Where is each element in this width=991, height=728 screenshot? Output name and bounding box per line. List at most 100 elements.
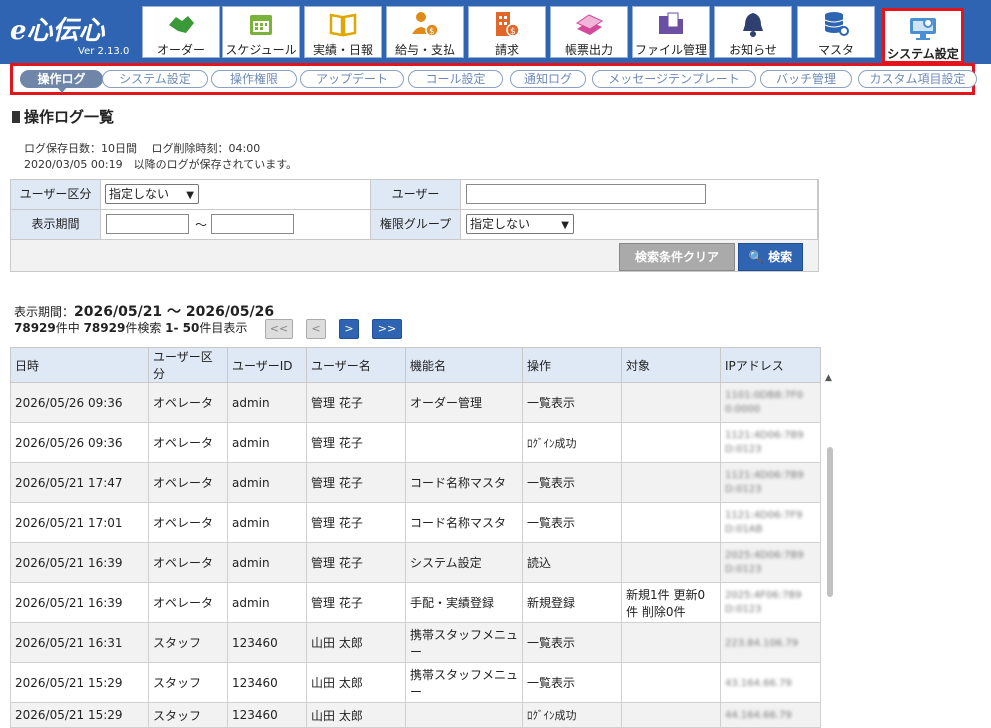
next-page-button[interactable]: >	[339, 319, 359, 339]
nav-button-5[interactable]: $ 請求	[468, 6, 546, 58]
period-cell: ～	[101, 210, 371, 240]
cell-text: ﾛｸﾞｲﾝ成功	[527, 709, 577, 722]
scrollbar-thumb[interactable]	[827, 447, 833, 597]
cell-text: コード名称マスタ	[410, 476, 507, 490]
subtab-9[interactable]: カスタム項目設定	[858, 70, 977, 88]
table-cell: 2026/05/21 17:47	[10, 462, 149, 503]
cell-text: 管理 花子	[311, 436, 363, 450]
cell-text: 一覧表示	[527, 636, 576, 650]
table-row[interactable]: 2026/05/21 16:39 オペレータ admin 管理 花子 システム設定 読込 2…	[10, 542, 821, 583]
table-row[interactable]: 2026/05/21 17:01 オペレータ admin 管理 花子 コード名称マスタ 一…	[10, 502, 821, 543]
nav-label: お知らせ	[729, 43, 777, 57]
table-row[interactable]: 2026/05/26 09:36 オペレータ admin 管理 花子 オーダー管理 一覧表…	[10, 382, 821, 423]
cell-text: 2026/05/21 15:29	[15, 708, 123, 722]
column-header[interactable]: ユーザー名	[306, 347, 406, 383]
table-row[interactable]: 2026/05/21 15:29 スタッフ 123460 山田 太郎 ﾛｸﾞｲﾝ成功 44…	[10, 702, 821, 728]
nav-label: 実績・日報	[312, 43, 373, 57]
cell-text: 新規登録	[527, 596, 576, 610]
column-header[interactable]: ユーザー区分	[148, 347, 228, 383]
table-cell: コード名称マスタ	[405, 502, 523, 543]
subtab-5[interactable]: コール設定	[408, 70, 503, 88]
nav-button-4[interactable]: $ 給与・支払	[386, 6, 464, 58]
table-cell: 43.164.66.79	[720, 662, 821, 703]
search-button-label: 検索	[768, 250, 793, 264]
period-end-input[interactable]	[211, 214, 294, 234]
nav-button-10[interactable]: システム設定	[882, 8, 964, 64]
folder-icon	[633, 10, 709, 38]
clear-conditions-button[interactable]: 検索条件クリア	[619, 243, 735, 271]
table-cell: admin	[227, 382, 307, 423]
cell-text: 山田 太郎	[311, 676, 363, 690]
result-period-value: 2026/05/21 ～ 2026/05/26	[74, 304, 275, 320]
nav-button-1[interactable]: オーダー	[142, 6, 220, 58]
table-cell: ﾛｸﾞｲﾝ成功	[522, 702, 622, 728]
result-count: 78929件中 78929件検索 1- 50件目表示	[14, 319, 247, 336]
version-label: Ver 2.13.0	[78, 46, 130, 57]
app-logo[interactable]: e心伝心 Ver 2.13.0	[8, 6, 136, 62]
table-row[interactable]: 2026/05/21 16:39 オペレータ admin 管理 花子 手配・実績登録 新規…	[10, 582, 821, 623]
table-cell: 2026/05/21 17:01	[10, 502, 149, 543]
prev-page-button[interactable]: <	[306, 319, 326, 339]
user-input[interactable]	[466, 184, 706, 204]
perm-group-select[interactable]: 指定しない ▼	[466, 214, 574, 234]
subtab-2[interactable]: システム設定	[102, 70, 208, 88]
table-cell: 新規登録	[522, 582, 622, 623]
column-header[interactable]: IPアドレス	[720, 347, 821, 383]
table-cell: オペレータ	[148, 422, 228, 463]
table-row[interactable]: 2026/05/21 17:47 オペレータ admin 管理 花子 コード名称マスタ 一…	[10, 462, 821, 503]
last-page-button[interactable]: >>	[372, 319, 402, 339]
table-cell: 2026/05/21 16:39	[10, 582, 149, 623]
cell-text: オペレータ	[153, 436, 214, 450]
table-scrollbar[interactable]: ▲	[822, 371, 836, 718]
column-header[interactable]: 日時	[10, 347, 149, 383]
search-button[interactable]: 🔍 検索	[738, 243, 803, 271]
table-cell: 2026/05/21 16:39	[10, 542, 149, 583]
nav-button-9[interactable]: マスタ	[797, 6, 875, 58]
subtab-3[interactable]: 操作権限	[211, 70, 297, 88]
table-row[interactable]: 2026/05/26 09:36 オペレータ admin 管理 花子 ﾛｸﾞｲﾝ成功 11…	[10, 422, 821, 463]
column-header[interactable]: 機能名	[405, 347, 523, 383]
nav-button-8[interactable]: お知らせ	[714, 6, 792, 58]
table-cell	[621, 662, 721, 703]
result-total: 78929	[14, 321, 56, 335]
table-row[interactable]: 2026/05/21 15:29 スタッフ 123460 山田 太郎 携帯スタッフメニュ…	[10, 662, 821, 703]
user-type-select[interactable]: 指定しない ▼	[105, 184, 199, 204]
nav-button-3[interactable]: 実績・日報	[304, 6, 382, 58]
scroll-up-arrow-icon[interactable]: ▲	[825, 373, 832, 383]
cell-text: 山田 太郎	[311, 708, 363, 723]
subtab-1[interactable]: 操作ログ	[20, 70, 103, 93]
title-marker-icon	[12, 111, 20, 123]
table-cell	[405, 422, 523, 463]
column-header[interactable]: 操作	[522, 347, 622, 383]
cell-text: 携帯スタッフメニュー	[410, 667, 519, 699]
table-cell: 2026/05/26 09:36	[10, 382, 149, 423]
period-separator: ～	[195, 218, 208, 232]
table-cell: admin	[227, 502, 307, 543]
nav-button-2[interactable]: スケジュール	[222, 6, 300, 58]
table-cell: 一覧表示	[522, 462, 622, 503]
period-start-input[interactable]	[106, 214, 189, 234]
table-cell: オーダー管理	[405, 382, 523, 423]
first-page-button[interactable]: <<	[265, 319, 293, 339]
cell-text: 123460	[232, 708, 278, 722]
cell-text: オペレータ	[153, 556, 214, 570]
subtab-6[interactable]: 通知ログ	[510, 70, 586, 88]
table-cell: 1121:4D06:7B9D:0123	[720, 462, 821, 503]
table-cell: 一覧表示	[522, 382, 622, 423]
table-cell: 123460	[227, 662, 307, 703]
subtab-8[interactable]: バッチ管理	[760, 70, 852, 88]
table-cell: admin	[227, 462, 307, 503]
column-header[interactable]: ユーザーID	[227, 347, 307, 383]
subtab-7[interactable]: メッセージテンプレート	[592, 70, 756, 88]
subtab-4[interactable]: アップデート	[300, 70, 404, 88]
table-cell	[621, 542, 721, 583]
perm-group-select-value: 指定しない	[470, 217, 531, 231]
column-header[interactable]: 対象	[621, 347, 721, 383]
table-row[interactable]: 2026/05/21 16:31 スタッフ 123460 山田 太郎 携帯スタッフメニュ…	[10, 622, 821, 663]
cell-text: 一覧表示	[527, 516, 576, 530]
ip-address-masked: 2025:4F06:7B9D:0123	[725, 589, 802, 615]
logo-text: e心伝心	[10, 16, 105, 46]
nav-button-7[interactable]: ファイル管理	[632, 6, 710, 58]
nav-button-6[interactable]: 帳票出力	[550, 6, 628, 58]
cell-text: 管理 花子	[311, 516, 363, 530]
